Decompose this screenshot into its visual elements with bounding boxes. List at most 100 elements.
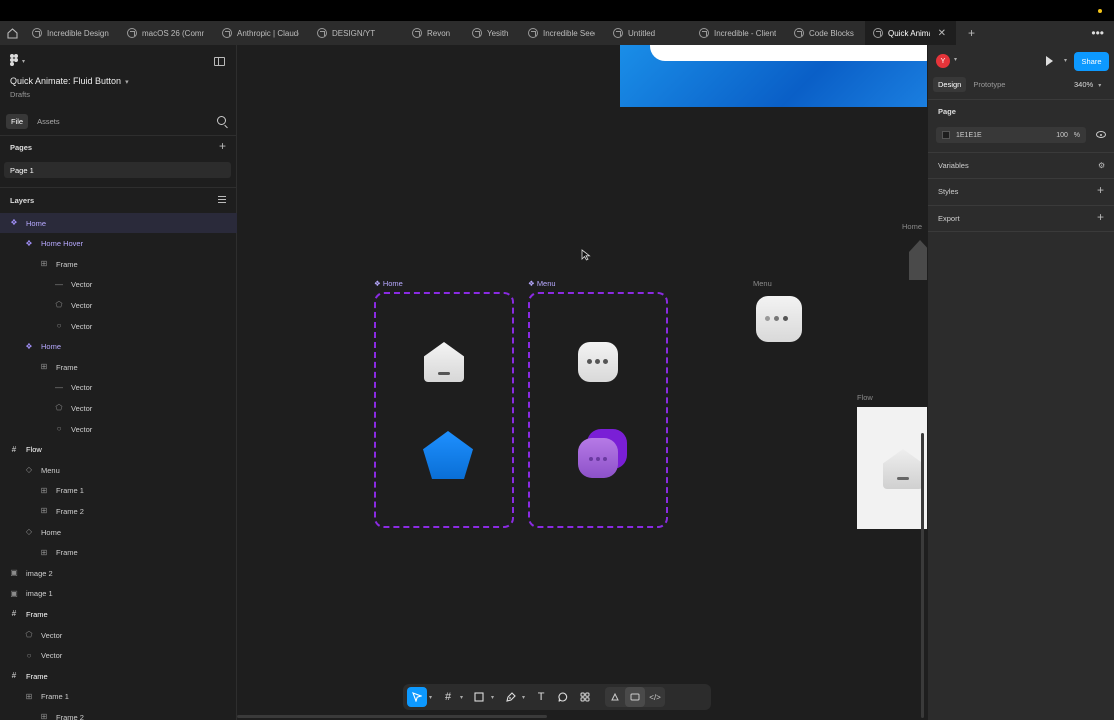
add-page-icon[interactable]: + (219, 139, 226, 153)
code-icon[interactable]: </> (645, 687, 665, 707)
home-variant-set[interactable] (374, 292, 514, 528)
layer-row[interactable]: ❖ Home (0, 337, 237, 357)
layer-row[interactable]: # Frame (0, 604, 237, 624)
layer-row[interactable]: ◇ Home (0, 522, 237, 542)
flow-frame-label[interactable]: Flow (857, 393, 873, 402)
present-play-icon[interactable] (1046, 56, 1053, 66)
comment-tool-icon[interactable] (553, 687, 573, 707)
pen-tool-icon[interactable] (500, 687, 520, 707)
layer-row[interactable]: ⊞ Frame 1 (0, 687, 237, 707)
layer-row[interactable]: ⊞ Frame 2 (0, 707, 237, 720)
dev-mode-icon[interactable] (625, 687, 646, 707)
search-icon[interactable] (217, 116, 226, 125)
home-instance-label[interactable]: Home (902, 222, 922, 231)
layer-row[interactable]: ▣ image 2 (0, 563, 237, 583)
layer-row[interactable]: # Frame (0, 666, 237, 686)
chevron-down-icon[interactable]: ▾ (954, 56, 957, 63)
color-swatch[interactable] (942, 131, 950, 139)
page-background-field[interactable]: 1E1E1E 100 % (936, 127, 1086, 143)
avatar[interactable]: Y (936, 54, 950, 68)
home-icon[interactable] (0, 21, 24, 45)
add-export-icon[interactable]: + (1097, 210, 1104, 224)
layer-row[interactable]: # Flow (0, 440, 237, 460)
tab-file[interactable]: File (6, 114, 29, 129)
add-style-icon[interactable]: + (1097, 183, 1104, 197)
layer-row[interactable]: ⊞ Frame (0, 543, 237, 563)
tab-untitled[interactable]: Untitled (605, 21, 691, 45)
styles-section[interactable]: Styles (938, 187, 958, 196)
layer-row[interactable]: ○ Vector (0, 419, 237, 439)
tab-prototype[interactable]: Prototype (968, 77, 1010, 92)
home-frame-label[interactable]: ❖ Home (374, 279, 403, 288)
layers-list-icon[interactable] (218, 196, 226, 203)
tab-code-blocks-com[interactable]: Code Blocks (Com (786, 21, 865, 45)
tab-yesith[interactable]: Yesith (464, 21, 520, 45)
text-tool-icon[interactable]: T (531, 687, 551, 707)
zoom-dropdown[interactable]: 340% ▾ (1074, 80, 1101, 89)
layer-row[interactable]: ⬠ Vector (0, 625, 237, 645)
tab-anthropic-claude[interactable]: Anthropic | Claude (214, 21, 309, 45)
tab-quick-animate[interactable]: Quick Animate ✕ (865, 21, 956, 45)
layer-row[interactable]: ⊞ Frame 1 (0, 481, 237, 501)
layer-row[interactable]: ◇ Menu (0, 460, 237, 480)
rectangle-tool-icon[interactable] (469, 687, 489, 707)
chevron-down-icon[interactable]: ▾ (491, 694, 494, 701)
layer-row[interactable]: ○ Vector (0, 316, 237, 336)
menu-button-default[interactable] (578, 342, 618, 382)
flow-frame[interactable] (857, 407, 927, 529)
layer-row[interactable]: ○ Vector (0, 646, 237, 666)
close-icon[interactable]: ✕ (938, 28, 946, 39)
chevron-down-icon[interactable]: ▾ (1064, 57, 1067, 64)
file-location[interactable]: Drafts (10, 90, 30, 99)
layer-row[interactable]: ⬠ Vector (0, 295, 237, 315)
export-section[interactable]: Export (938, 214, 960, 223)
new-tab-icon[interactable]: + (968, 26, 975, 40)
background-opacity[interactable]: 100 % (1056, 132, 1080, 139)
tab-incredible-client[interactable]: Incredible - Client (691, 21, 786, 45)
actions-tool-icon[interactable] (575, 687, 595, 707)
eye-icon[interactable] (1096, 131, 1106, 138)
variables-icon[interactable]: ⚙ (1098, 161, 1105, 170)
layer-row[interactable]: ❖ Home (0, 213, 237, 233)
layer-row[interactable]: ⊞ Frame (0, 254, 237, 274)
more-options-icon[interactable]: ••• (1091, 26, 1104, 40)
file-title[interactable]: Quick Animate: Fluid Button ▾ (10, 76, 129, 86)
design-mode-icon[interactable] (605, 687, 625, 707)
tab-incredible-design[interactable]: Incredible Design (24, 21, 119, 45)
layer-row[interactable]: — Vector (0, 378, 237, 398)
layer-row[interactable]: ⊞ Frame 2 (0, 501, 237, 521)
tab-design[interactable]: Design (933, 77, 967, 92)
toggle-sidebar-icon[interactable] (214, 57, 225, 66)
frame-tool-icon[interactable]: # (438, 687, 458, 707)
layer-row[interactable]: — Vector (0, 275, 237, 295)
blue-image-layer[interactable] (620, 45, 927, 107)
menu-instance-label[interactable]: Menu (753, 279, 772, 288)
layer-row[interactable]: ❖ Home Hover (0, 234, 237, 254)
menu-frame-label[interactable]: ❖ Menu (528, 279, 556, 288)
tab-macos-26-comm[interactable]: macOS 26 (Comm (119, 21, 214, 45)
move-tool-icon[interactable] (407, 687, 427, 707)
layer-row[interactable]: ⬠ Vector (0, 398, 237, 418)
layer-row[interactable]: ⊞ Frame (0, 357, 237, 377)
tab-label: Revon (427, 28, 451, 38)
share-button[interactable]: Share (1074, 52, 1109, 71)
background-hex[interactable]: 1E1E1E (956, 132, 1056, 139)
main-menu-button[interactable]: ▾ (0, 45, 236, 77)
menu-variant-set[interactable] (528, 292, 668, 528)
chevron-down-icon[interactable]: ▾ (460, 694, 463, 701)
canvas[interactable]: ❖ Home ❖ Menu Menu Home Flow (237, 45, 927, 720)
tab-design-yt[interactable]: DESIGN/YT (309, 21, 404, 45)
home-instance-partial[interactable] (909, 240, 927, 280)
menu-instance[interactable] (756, 296, 802, 342)
tab-assets[interactable]: Assets (32, 114, 65, 129)
tab-revon[interactable]: Revon (404, 21, 464, 45)
variables-section[interactable]: Variables (938, 161, 969, 170)
chevron-down-icon[interactable]: ▾ (429, 694, 432, 701)
layer-row[interactable]: ▣ image 1 (0, 584, 237, 604)
layer-label: Vector (71, 424, 93, 434)
vertical-scrollbar[interactable] (921, 433, 924, 718)
chevron-down-icon[interactable]: ▾ (522, 694, 525, 701)
tab-incredible-seed-ro[interactable]: Incredible Seed Ro (520, 21, 605, 45)
horizontal-scrollbar[interactable] (237, 715, 547, 718)
page-item-page-1[interactable]: Page 1 (4, 162, 231, 178)
